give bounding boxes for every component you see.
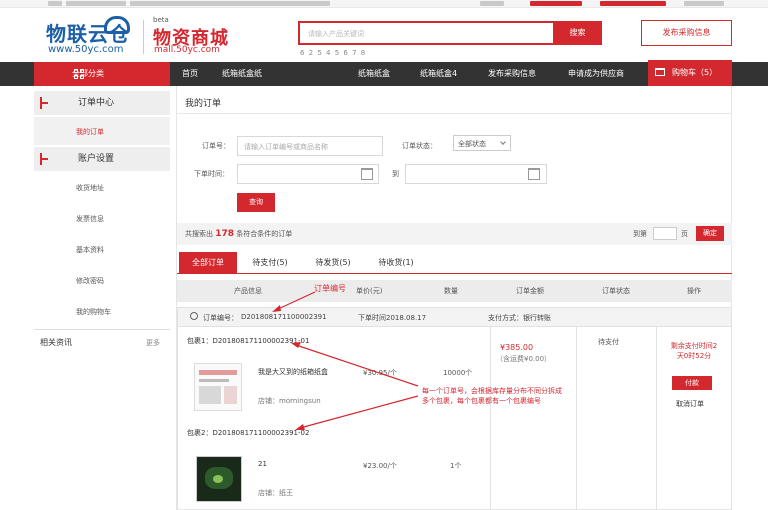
column-divider	[490, 327, 491, 510]
query-button[interactable]: 查询	[237, 193, 275, 212]
order-status-label: 订单状态：	[402, 142, 437, 150]
sidebar-section-order-center: 订单中心	[34, 91, 170, 115]
header-order-amount: 订单金额	[516, 287, 544, 295]
end-date-input[interactable]	[405, 164, 547, 184]
cancel-order-link[interactable]: 取消订单	[676, 399, 704, 409]
product-shop[interactable]: 店铺：morningsun	[258, 396, 321, 406]
summary-prefix: 共搜索出	[185, 230, 213, 238]
pay-countdown: 剩余支付时间2天0时52分	[670, 342, 718, 360]
nav-item-carton-4[interactable]: 纸箱纸盒4	[420, 62, 457, 86]
package-annotation-line2: 多个包裹，每个包裹都有一个包裹编号	[422, 397, 541, 405]
nav-item-carton-paper[interactable]: 纸箱纸盒纸	[222, 62, 262, 86]
order-no-label: 订单编号：	[203, 314, 238, 322]
nav-item-publish-purchase[interactable]: 发布采购信息	[488, 62, 536, 86]
package-annotation-line1: 每一个订单号，会根据库存量分布不同分拆成	[422, 387, 562, 395]
order-status-select[interactable]: 全部状态	[453, 135, 511, 151]
sidebar-item-my-cart[interactable]: 我的购物车	[34, 307, 170, 317]
goto-page-input[interactable]	[653, 227, 677, 240]
product-thumbnail[interactable]	[194, 363, 242, 411]
sidebar-section-account-settings: 账户设置	[34, 147, 170, 171]
order-body	[177, 327, 732, 510]
sidebar-item-invoice[interactable]: 发票信息	[34, 214, 170, 224]
goto-page-button[interactable]: 确定	[696, 226, 724, 241]
sidebar-section-title: 订单中心	[78, 98, 115, 108]
order-date-label: 下单时间：	[194, 170, 229, 178]
sidebar-section-title: 账户设置	[78, 154, 115, 164]
calendar-icon[interactable]	[528, 168, 540, 180]
hot-search-words[interactable]: 6 2 5 4 5 6 7 8	[300, 49, 366, 57]
clock-icon	[190, 312, 198, 320]
tab-all-orders[interactable]: 全部订单	[179, 252, 237, 273]
site-logo-url: www.50yc.com	[48, 44, 124, 55]
product-thumbnail[interactable]	[196, 456, 242, 502]
order-table-header: 产品信息 单价(元) 数量 订单金额 订单状态 操作	[177, 280, 732, 302]
nav-item-become-supplier[interactable]: 申请成为供应商	[568, 62, 624, 86]
date-to-label: 到	[392, 170, 399, 178]
title-divider	[177, 113, 732, 114]
tab-pending-payment[interactable]: 待支付(5)	[241, 252, 299, 273]
result-count: 178	[215, 229, 235, 239]
order-no-label: 订单号：	[202, 142, 230, 150]
cloud-logo-icon	[104, 16, 130, 34]
product-price: ¥30.95/个	[363, 369, 397, 377]
header-quantity: 数量	[444, 287, 458, 295]
cart-icon	[655, 68, 665, 76]
page-title: 我的订单	[185, 99, 222, 109]
product-shop[interactable]: 店铺：纸王	[258, 488, 293, 498]
order-amount: ¥385.00	[500, 343, 534, 352]
tabs-underline	[177, 273, 732, 274]
sidebar-item-profile[interactable]: 基本资料	[34, 245, 170, 255]
mall-logo-url: mall.50yc.com	[154, 45, 220, 55]
goto-page-label: 到第	[633, 230, 647, 238]
order-header-row: 订单编号： D201808171100002391 下单时间2018.08.17…	[177, 307, 732, 327]
header-product-info: 产品信息	[234, 287, 262, 295]
order-freight: （含运费¥0.00）	[496, 355, 552, 363]
product-price: ¥23.00/个	[363, 462, 397, 470]
tab-pending-shipment[interactable]: 待发货(5)	[304, 252, 362, 273]
search-input[interactable]: 请输入产品关键词	[298, 21, 554, 45]
result-summary: 共搜索出 178 条符合条件的订单	[185, 229, 292, 239]
grid-icon	[74, 69, 84, 79]
pay-method: 支付方式：银行转账	[488, 314, 551, 322]
sidebar-item-my-orders[interactable]: 我的订单	[34, 127, 170, 137]
nav-item-carton[interactable]: 纸箱纸盒	[358, 62, 390, 86]
start-date-input[interactable]	[237, 164, 379, 184]
publish-purchase-button[interactable]: 发布采购信息	[641, 20, 732, 46]
result-summary-bar: 共搜索出 178 条符合条件的订单	[177, 223, 732, 245]
column-divider	[656, 327, 657, 510]
product-qty: 1个	[450, 462, 462, 470]
package-label: 包裹2：D201808171100002391-02	[187, 429, 310, 437]
logo-divider	[143, 20, 144, 54]
pay-button[interactable]: 付款	[672, 376, 712, 390]
page-unit-label: 页	[681, 230, 688, 238]
header-order-status: 订单状态	[602, 287, 630, 295]
order-no-input[interactable]: 请输入订单编号或商品名称	[237, 136, 383, 156]
product-name[interactable]: 我是大又到的纸箱纸盒	[258, 367, 336, 377]
order-no-annotation: 订单编号	[314, 284, 346, 293]
all-categories-button[interactable]: 全部分类	[34, 62, 170, 86]
sidebar-item-address[interactable]: 收货地址	[34, 183, 170, 193]
beta-tag: beta	[153, 16, 169, 24]
order-status-value: 全部状态	[458, 140, 486, 148]
summary-suffix: 条符合条件的订单	[236, 230, 293, 238]
sidebar-divider	[34, 329, 170, 330]
order-status: 待支付	[598, 338, 619, 346]
related-news-more-link[interactable]: 更多	[146, 338, 160, 348]
sidebar-item-change-password[interactable]: 修改密码	[34, 276, 170, 286]
header-actions: 操作	[687, 287, 701, 295]
search-button[interactable]: 搜索	[553, 21, 602, 45]
nav-item-home[interactable]: 首页	[182, 62, 198, 86]
product-name[interactable]: 21	[258, 459, 267, 469]
order-time: 下单时间2018.08.17	[358, 314, 427, 322]
top-utility-bar	[0, 0, 768, 8]
product-qty: 10000个	[443, 369, 473, 377]
package-label: 包裹1：D201808171100002391-01	[187, 337, 310, 345]
related-news-title: 相关资讯	[40, 338, 72, 347]
order-no-value[interactable]: D201808171100002391	[241, 313, 327, 321]
column-divider	[576, 327, 577, 510]
header-unit-price: 单价(元)	[356, 287, 383, 295]
chevron-down-icon	[500, 139, 506, 145]
calendar-icon[interactable]	[361, 168, 373, 180]
tab-pending-receipt[interactable]: 待收货(1)	[367, 252, 425, 273]
